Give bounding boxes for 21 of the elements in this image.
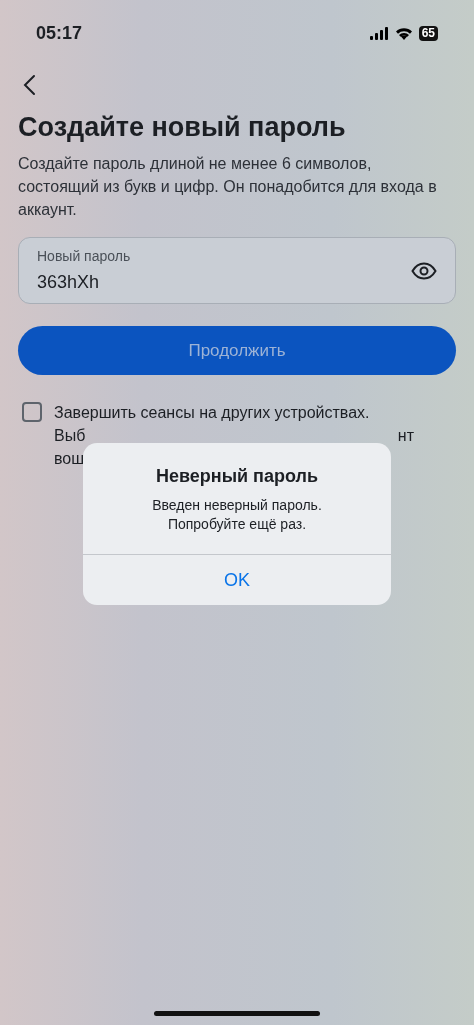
checkbox-label: Завершить сеансы на других устройствах. — [54, 403, 371, 423]
continue-button[interactable]: Продолжить — [18, 326, 456, 375]
field-label: Новый пароль — [37, 246, 132, 266]
alert-message: Введен неверный пароль. — [152, 496, 322, 515]
ok-button[interactable]: OK — [83, 555, 391, 605]
password-field[interactable]: Новый пароль 363hXh — [18, 237, 456, 304]
wifi-icon — [394, 26, 413, 40]
alert-message: Попробуйте ещё раз. — [167, 515, 307, 534]
checkbox-label-fragment: вош — [54, 449, 86, 469]
description: Создайте пароль длиной не менее 6 символов, состоящий из букв и цифр. Он понадобится для входа в аккаунт. — [18, 154, 438, 220]
eye-icon[interactable] — [411, 261, 437, 280]
signal-icon — [369, 26, 389, 40]
back-icon[interactable] — [22, 74, 36, 96]
checkbox-label-fragment: Выб — [54, 426, 86, 446]
status-time: 05:17 — [36, 21, 83, 45]
checkbox[interactable] — [22, 402, 42, 422]
checkbox-label-fragment: нт — [397, 426, 414, 446]
alert-title: Неверный пароль — [155, 465, 319, 488]
page-title: Создайте новый пароль — [18, 111, 347, 144]
battery-icon: 65 — [418, 25, 438, 41]
field-value: 363hXh — [37, 270, 101, 294]
